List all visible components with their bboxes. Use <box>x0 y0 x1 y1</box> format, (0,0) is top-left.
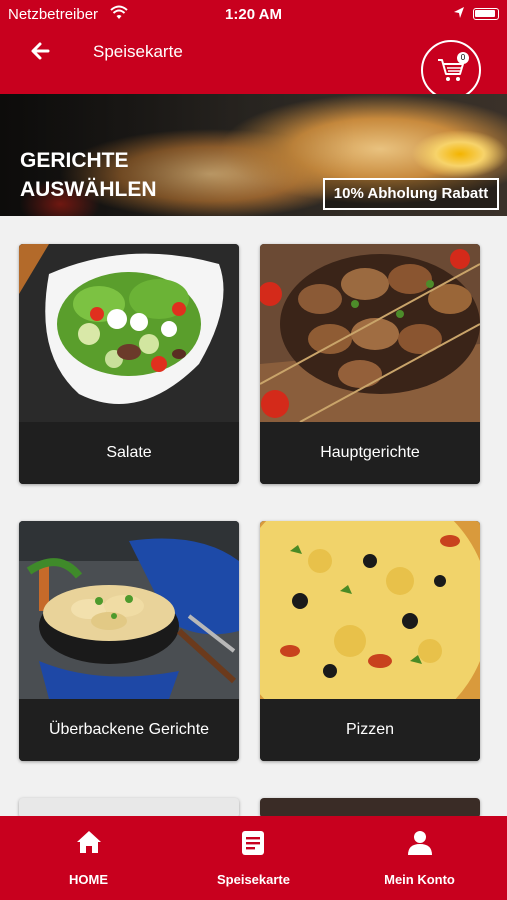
app-header: Speisekarte 0 <box>0 28 507 100</box>
bottom-navigation: HOME Speisekarte Mein Konto <box>0 816 507 900</box>
battery-icon <box>473 8 499 20</box>
category-label: Salate <box>19 422 239 484</box>
category-card-salate[interactable]: Salate <box>19 244 239 484</box>
category-card-partial[interactable] <box>19 798 239 816</box>
nav-speisekarte[interactable]: Speisekarte <box>169 816 338 900</box>
status-time: 1:20 AM <box>225 6 282 23</box>
back-arrow-icon[interactable] <box>26 36 56 66</box>
salad-image <box>19 244 239 422</box>
category-label: Hauptgerichte <box>260 422 480 484</box>
category-label: Pizzen <box>260 699 480 761</box>
skewers-image <box>260 244 480 422</box>
category-card-ueberbackene-gerichte[interactable]: Überbackene Gerichte <box>19 521 239 761</box>
nav-home[interactable]: HOME <box>4 816 173 900</box>
nav-speisekarte-label: Speisekarte <box>217 872 290 887</box>
category-card-pizzen[interactable]: Pizzen <box>260 521 480 761</box>
cart-button[interactable]: 0 <box>421 40 481 100</box>
menu-list-icon <box>242 831 264 855</box>
page-title: Speisekarte <box>93 42 183 61</box>
baked-dish-image <box>19 521 239 699</box>
home-icon <box>77 831 101 853</box>
banner-title-line-1: GERICHTE <box>20 149 129 172</box>
banner-title: GERICHTE AUSWÄHLEN <box>20 146 157 204</box>
hero-banner: GERICHTE AUSWÄHLEN 10% Abholung Rabatt <box>0 94 507 216</box>
category-grid: Salate Hauptgerichte Überbackene Gericht… <box>0 216 507 816</box>
category-card-partial[interactable] <box>260 798 480 816</box>
nav-mein-konto-label: Mein Konto <box>384 872 455 887</box>
location-arrow-icon <box>454 7 464 18</box>
user-icon <box>408 831 432 855</box>
nav-mein-konto[interactable]: Mein Konto <box>335 816 504 900</box>
status-bar: Netzbetreiber 1:20 AM <box>0 0 507 28</box>
pizza-image <box>260 521 480 699</box>
nav-home-label: HOME <box>69 872 108 887</box>
banner-title-line-2: AUSWÄHLEN <box>20 178 157 201</box>
promo-badge: 10% Abholung Rabatt <box>323 178 499 210</box>
cart-count-badge: 0 <box>457 52 469 64</box>
category-label: Überbackene Gerichte <box>19 699 239 761</box>
category-card-hauptgerichte[interactable]: Hauptgerichte <box>260 244 480 484</box>
